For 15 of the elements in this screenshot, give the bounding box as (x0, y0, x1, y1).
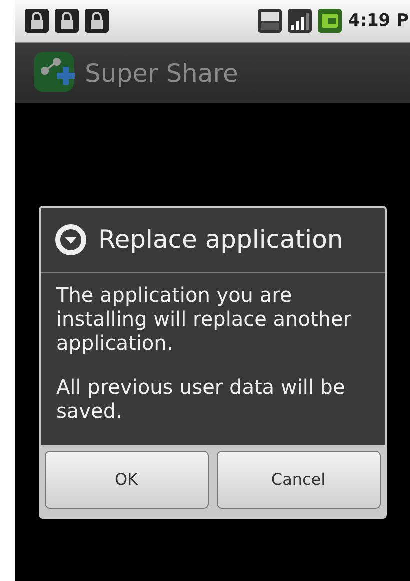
dialog-message: The application you are installing will replace another application. (56, 282, 352, 354)
signal-icon (288, 9, 312, 33)
dialog-message: All previous user data will be saved. (56, 374, 346, 422)
caret-down-circle-icon (54, 224, 86, 256)
network-icon (258, 9, 282, 33)
status-time: 4:19 P (348, 11, 409, 31)
lock-icon (55, 9, 79, 33)
lock-icon (25, 9, 49, 33)
cancel-button[interactable]: Cancel (216, 450, 380, 508)
lock-icon (85, 9, 109, 33)
dialog-title: Replace application (98, 225, 344, 254)
share-app-icon (33, 51, 77, 95)
app-title: Super Share (85, 58, 238, 88)
ok-button[interactable]: OK (44, 450, 208, 508)
battery-icon (318, 9, 342, 33)
